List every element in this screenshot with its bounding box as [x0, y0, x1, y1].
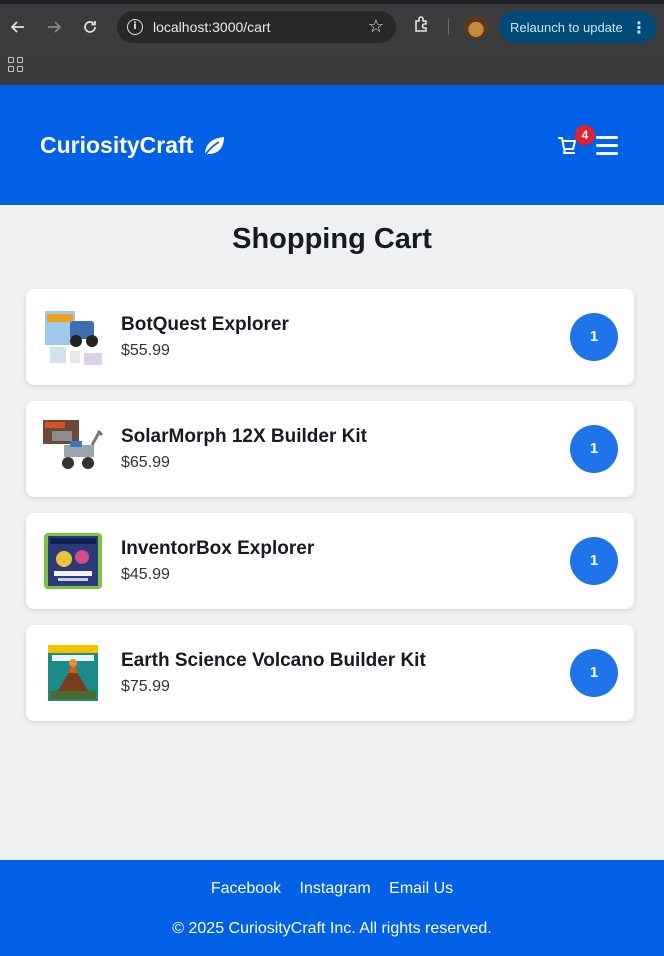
brand-logo[interactable]: CuriosityCraft — [40, 132, 226, 159]
profile-avatar[interactable] — [464, 15, 488, 39]
brand-name: CuriosityCraft — [40, 132, 194, 158]
quantity-badge[interactable]: 1 — [570, 649, 618, 697]
bookmark-star-icon[interactable]: ☆ — [368, 16, 384, 37]
product-image-solarmorph[interactable] — [42, 419, 104, 479]
menu-line — [596, 144, 618, 147]
back-arrow-icon — [10, 21, 24, 33]
back-button[interactable] — [5, 14, 31, 40]
quantity-badge[interactable]: 1 — [570, 313, 618, 361]
footer-links: Facebook Instagram Email Us — [0, 880, 664, 898]
hamburger-menu-button[interactable] — [596, 136, 618, 156]
tab-strip — [0, 0, 664, 4]
product-name[interactable]: InventorBox Explorer — [121, 538, 314, 560]
footer-link-email[interactable]: Email Us — [389, 880, 453, 897]
toolbar-divider — [448, 19, 449, 35]
cart-item: BotQuest Explorer $55.99 1 — [26, 289, 634, 385]
site-footer: Facebook Instagram Email Us © 2025 Curio… — [0, 860, 664, 956]
page-title: Shopping Cart — [232, 223, 432, 255]
relaunch-label: Relaunch to update — [510, 19, 623, 35]
menu-line — [596, 152, 618, 155]
relaunch-button[interactable]: Relaunch to update ⋮ — [499, 11, 657, 43]
product-name[interactable]: BotQuest Explorer — [121, 314, 289, 336]
cart-list: BotQuest Explorer $55.99 1 SolarMorph 12… — [26, 289, 634, 737]
reload-button[interactable] — [77, 14, 103, 40]
site-header: CuriosityCraft 4 — [0, 85, 664, 205]
forward-arrow-icon — [48, 21, 62, 33]
product-name[interactable]: Earth Science Volcano Builder Kit — [121, 650, 426, 672]
cart-item: SolarMorph 12X Builder Kit $65.99 1 — [26, 401, 634, 497]
product-price: $65.99 — [121, 454, 170, 471]
product-image-inventorbox[interactable] — [42, 531, 104, 591]
reload-icon — [84, 21, 96, 33]
puzzle-icon — [415, 16, 427, 32]
address-url: localhost:3000/cart — [153, 19, 271, 35]
apps-grid-icon[interactable] — [8, 57, 23, 72]
leaf-icon — [204, 136, 225, 156]
extensions-button[interactable] — [412, 15, 434, 37]
address-bar[interactable]: i localhost:3000/cart ☆ — [117, 11, 396, 43]
menu-line — [596, 136, 618, 139]
site-info-icon[interactable]: i — [127, 19, 143, 35]
footer-link-instagram[interactable]: Instagram — [300, 880, 371, 897]
quantity-badge[interactable]: 1 — [570, 537, 618, 585]
product-price: $55.99 — [121, 342, 170, 359]
product-image-botquest[interactable] — [42, 307, 104, 367]
footer-link-facebook[interactable]: Facebook — [211, 880, 281, 897]
copyright-text: © 2025 CuriosityCraft Inc. All rights re… — [172, 920, 492, 937]
product-name[interactable]: SolarMorph 12X Builder Kit — [121, 426, 367, 448]
cart-count-badge: 4 — [575, 125, 595, 145]
product-price: $45.99 — [121, 566, 170, 583]
cart-item: InventorBox Explorer $45.99 1 — [26, 513, 634, 609]
product-price: $75.99 — [121, 678, 170, 695]
product-image-volcano[interactable] — [42, 643, 104, 703]
quantity-badge[interactable]: 1 — [570, 425, 618, 473]
browser-chrome: i localhost:3000/cart ☆ Relaunch to upda… — [0, 0, 664, 85]
cart-item: Earth Science Volcano Builder Kit $75.99… — [26, 625, 634, 721]
more-menu-icon[interactable]: ⋮ — [631, 18, 647, 37]
forward-button[interactable] — [41, 14, 67, 40]
